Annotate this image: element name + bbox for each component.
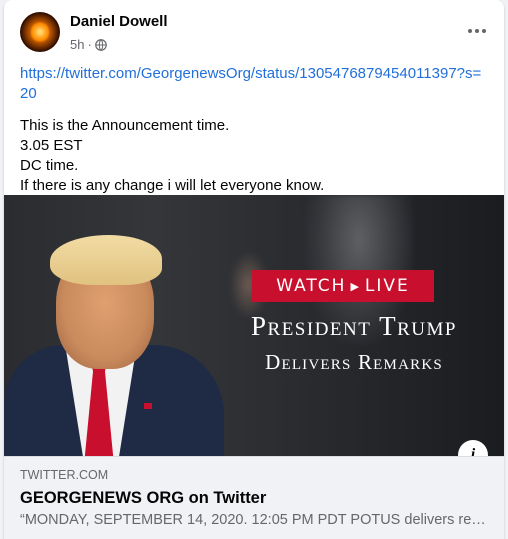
post-line: 3.05 EST: [20, 137, 83, 154]
author-name[interactable]: Daniel Dowell: [70, 13, 168, 30]
speaker-photo: [4, 235, 224, 456]
post-line: If there is any change i will let everyo…: [20, 177, 325, 194]
play-arrow-icon: ▶: [350, 279, 361, 293]
link-preview-footer[interactable]: TWITTER.COM GEORGENEWS ORG on Twitter “M…: [4, 456, 504, 539]
more-options-button[interactable]: [462, 16, 492, 46]
post-time[interactable]: 5h: [70, 37, 84, 52]
more-options-icon: [468, 29, 472, 33]
link-title[interactable]: GEORGENEWS ORG on Twitter: [20, 489, 266, 508]
post-line: DC time.: [20, 157, 79, 174]
hair: [50, 235, 162, 285]
link-description: “MONDAY, SEPTEMBER 14, 2020. 12:05 PM PD…: [20, 512, 490, 528]
image-headline: President Trump: [251, 311, 457, 341]
post-card: Daniel Dowell 5h · https://twitter.com/G…: [4, 0, 504, 539]
post-meta: 5h ·: [70, 37, 107, 52]
avatar[interactable]: [20, 12, 60, 52]
post-link[interactable]: https://twitter.com/GeorgenewsOrg/status…: [20, 64, 488, 104]
badge-live-text: LIVE: [364, 276, 410, 296]
globe-icon: [94, 38, 107, 51]
info-icon: i: [470, 446, 476, 456]
post-header: Daniel Dowell 5h ·: [4, 0, 504, 62]
post-body: https://twitter.com/GeorgenewsOrg/status…: [20, 64, 488, 196]
post-line: This is the Announcement time.: [20, 117, 230, 134]
meta-separator: ·: [87, 37, 92, 52]
link-domain: TWITTER.COM: [20, 468, 109, 482]
flag-pin: [144, 403, 152, 409]
badge-watch-text: WATCH: [276, 276, 347, 296]
image-subheadline: Delivers Remarks: [265, 350, 443, 374]
watch-live-badge: WATCH ▶ LIVE: [252, 270, 434, 302]
link-preview-image[interactable]: WATCH ▶ LIVE President Trump Delivers Re…: [4, 195, 504, 456]
